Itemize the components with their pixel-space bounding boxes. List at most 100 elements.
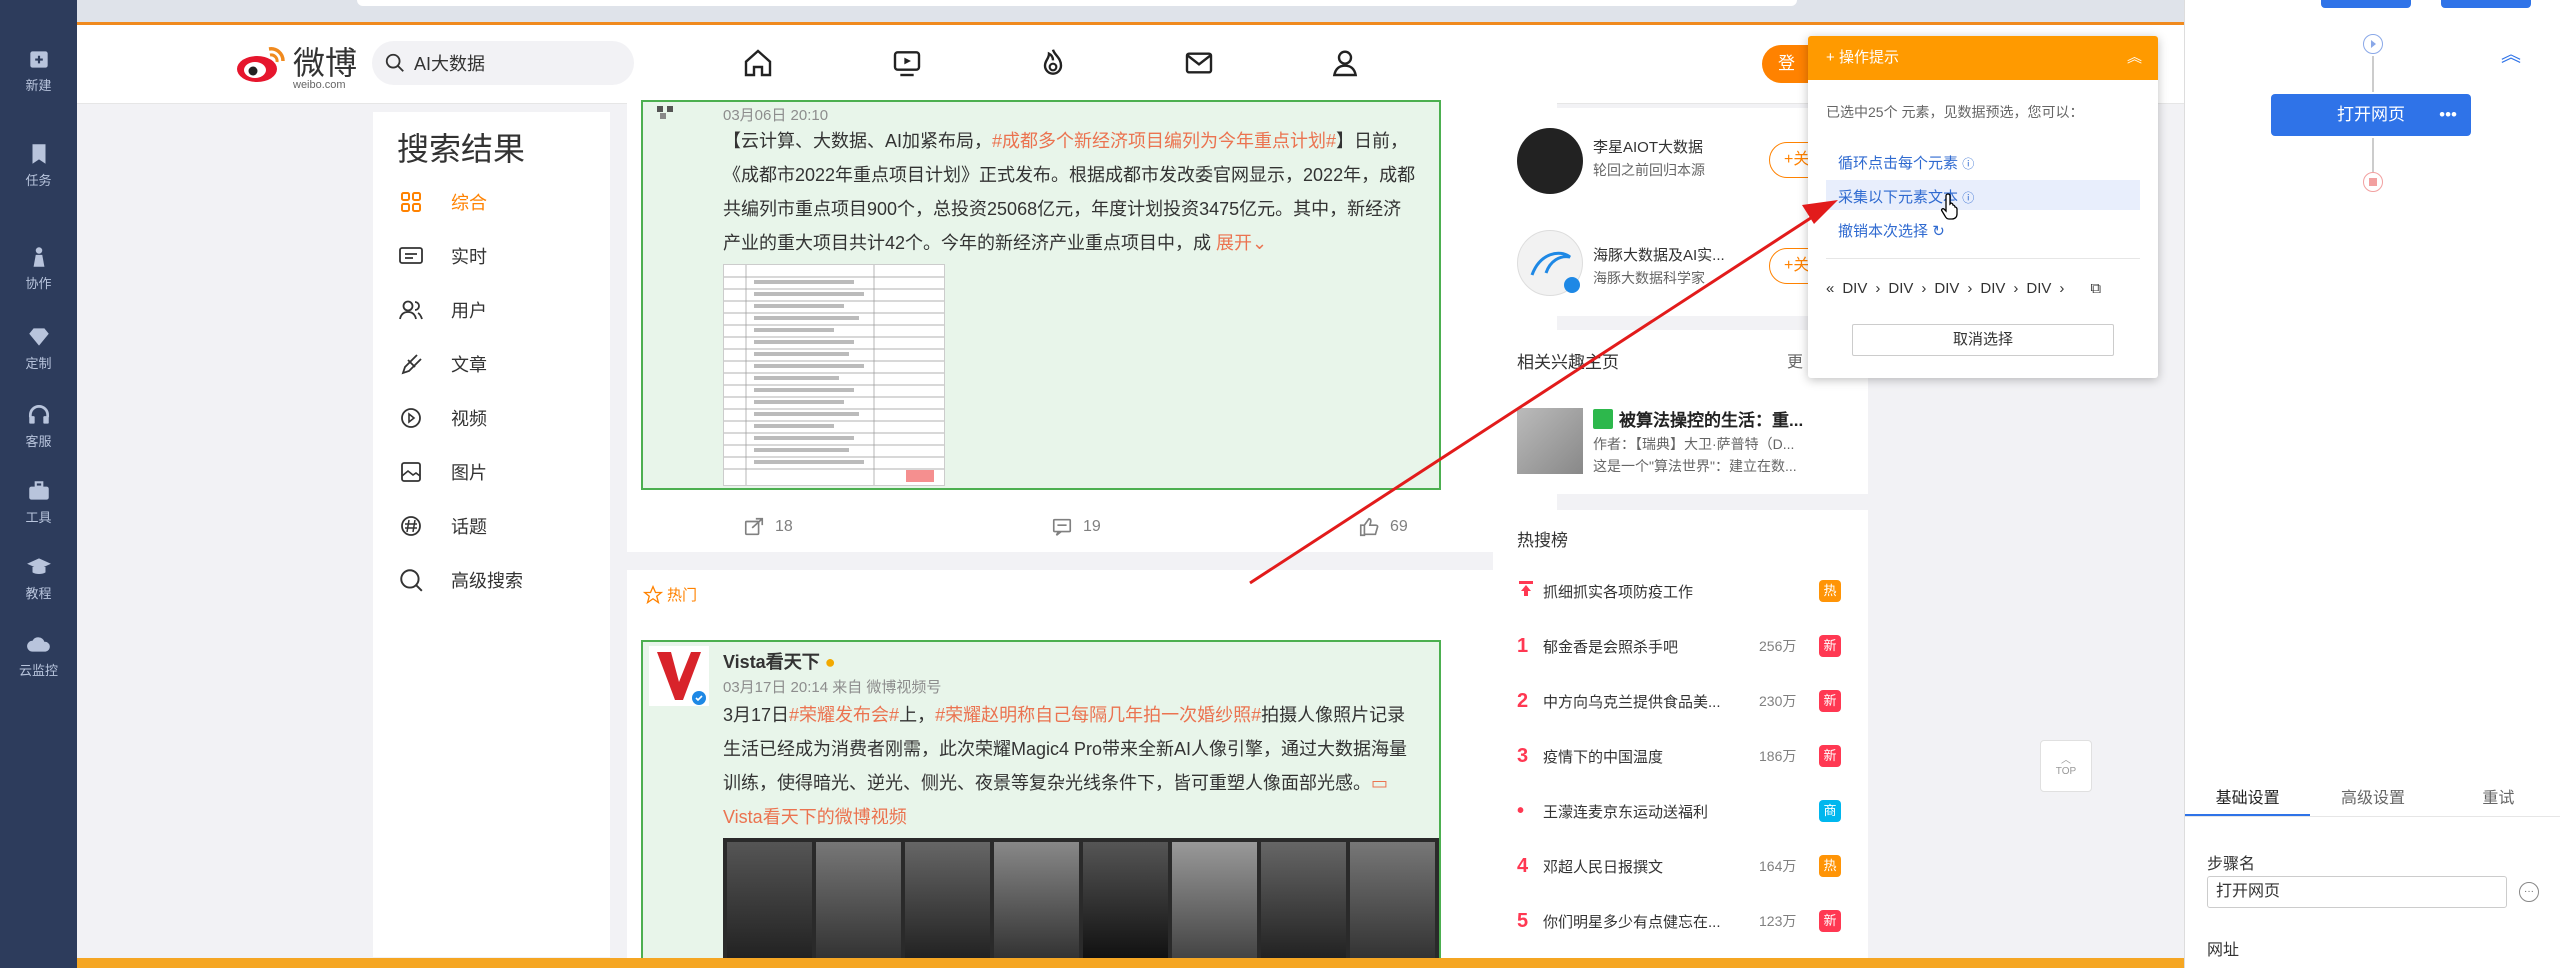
like-button[interactable]: 69 bbox=[1358, 516, 1408, 538]
hot-search-item[interactable]: 抓细抓实各项防疫工作 bbox=[1517, 576, 1817, 606]
hot-rank: 1 bbox=[1517, 634, 1529, 657]
cancel-selection-button[interactable]: 取消选择 bbox=[1852, 324, 2114, 356]
hot-search-title: 热搜榜 bbox=[1517, 531, 1568, 550]
new-task-button[interactable]: 新建 bbox=[0, 40, 77, 100]
toolbar-button[interactable] bbox=[2441, 0, 2531, 8]
selected-post-content[interactable]: Vista看天下 ● 03月17日 20:14 来自 微博视频号 3月17日#荣… bbox=[641, 640, 1441, 962]
nav-video[interactable] bbox=[887, 43, 927, 83]
menu-item-comprehensive[interactable]: 综合 bbox=[397, 182, 487, 222]
crumb-item[interactable]: DIV bbox=[2026, 280, 2051, 297]
flow-node-open-page[interactable]: 打开网页 ••• bbox=[2271, 94, 2471, 136]
hot-search-item[interactable]: 2 中方向乌克兰提供食品美... 230万 bbox=[1517, 686, 1817, 716]
video-link[interactable]: Vista看天下的微博视频 bbox=[723, 807, 907, 827]
custom-button[interactable]: 定制 bbox=[0, 318, 77, 378]
double-chevron-left-icon[interactable]: « bbox=[1826, 280, 1834, 297]
menu-item-users[interactable]: 用户 bbox=[397, 290, 487, 330]
crumb-item[interactable]: DIV bbox=[1888, 280, 1913, 297]
help-icon[interactable]: ⓘ bbox=[1962, 157, 1974, 171]
hot-search-item[interactable]: 4 邓超人民日报撰文 164万 bbox=[1517, 851, 1817, 881]
menu-item-images[interactable]: 图片 bbox=[397, 452, 487, 492]
chevron-up-icon[interactable]: ︽ bbox=[2127, 36, 2142, 80]
menu-item-topics[interactable]: 话题 bbox=[397, 506, 487, 546]
cloud-monitor-button[interactable]: 云监控 bbox=[0, 625, 77, 685]
crumb-item[interactable]: DIV bbox=[1934, 280, 1959, 297]
collapse-icon[interactable]: ︽ bbox=[2501, 38, 2521, 67]
more-options-icon[interactable]: ··· bbox=[2519, 882, 2539, 902]
post-video-thumbnails[interactable] bbox=[723, 838, 1439, 962]
back-to-top-button[interactable]: ︿ TOP bbox=[2040, 740, 2092, 792]
undo-selection-option[interactable]: 撤销本次选择 ↻ bbox=[1838, 220, 1945, 241]
post-author[interactable]: Vista看天下 ● bbox=[723, 648, 836, 674]
post-topic-link[interactable]: #荣耀发布会# bbox=[789, 705, 899, 725]
app-sidebar: 新建 任务 协作 定制 客服 工具 教程 云监控 bbox=[0, 0, 77, 968]
end-node-icon[interactable] bbox=[2363, 172, 2383, 192]
crumb-item[interactable]: DIV bbox=[1980, 280, 2005, 297]
bookmark-icon bbox=[32, 144, 45, 164]
loop-click-option[interactable]: 循环点击每个元素 ⓘ bbox=[1838, 152, 1974, 173]
hot-value: 164万 bbox=[1759, 858, 1797, 874]
post-topic-link[interactable]: #成都多个新经济项目编列为今年重点计划# bbox=[992, 131, 1336, 151]
forward-count: 18 bbox=[775, 518, 793, 535]
tools-button[interactable]: 工具 bbox=[0, 472, 77, 532]
menu-item-advanced-search[interactable]: 高级搜索 bbox=[397, 560, 523, 600]
menu-title: 搜索结果 bbox=[397, 131, 526, 167]
post-text: 3月17日 bbox=[723, 705, 790, 725]
divider bbox=[1826, 258, 2140, 259]
hot-search-item[interactable]: 1 郁金香是会照杀手吧 256万 bbox=[1517, 631, 1817, 661]
crumb-item[interactable]: DIV bbox=[1842, 280, 1867, 297]
collab-button[interactable]: 协作 bbox=[0, 238, 77, 298]
search-icon bbox=[397, 566, 425, 594]
menu-item-video[interactable]: 视频 bbox=[397, 398, 487, 438]
hot-label: 热门 bbox=[643, 584, 697, 605]
new-icon bbox=[29, 51, 48, 68]
hot-text: 邓超人民日报撰文 bbox=[1543, 858, 1664, 876]
tab-basic[interactable]: 基础设置 bbox=[2185, 782, 2311, 816]
post-text: 生活已经成为消费者刚需，此次荣耀Magic4 Pro带来全新AI人像引擎，通过大… bbox=[723, 739, 1408, 759]
nav-messages[interactable] bbox=[1179, 43, 1219, 83]
tab-advanced[interactable]: 高级设置 bbox=[2310, 782, 2435, 816]
nav-profile[interactable] bbox=[1325, 43, 1365, 83]
step-name-input[interactable]: 打开网页 bbox=[2207, 876, 2507, 908]
weibo-search-input[interactable]: AI大数据 bbox=[372, 41, 634, 85]
forward-button[interactable]: 18 bbox=[743, 516, 793, 538]
tutorial-button[interactable]: 教程 bbox=[0, 548, 77, 608]
hot-search-item[interactable]: • 王濛连麦京东运动送福利 bbox=[1517, 796, 1817, 826]
rail-label: 客服 bbox=[25, 434, 52, 449]
users-icon bbox=[397, 296, 425, 324]
menu-item-articles[interactable]: 文章 bbox=[397, 344, 487, 384]
book-cover[interactable] bbox=[1517, 408, 1583, 474]
menu-label: 话题 bbox=[451, 517, 487, 537]
hot-text: 中方向乌克兰提供食品美... bbox=[1543, 693, 1721, 711]
url-label: 网址 bbox=[2207, 942, 2240, 959]
more-icon[interactable]: ••• bbox=[2439, 94, 2457, 136]
hot-search-item[interactable]: 5 你们明星多少有点健忘在... 123万 bbox=[1517, 906, 1817, 936]
tasks-button[interactable]: 任务 bbox=[0, 135, 77, 195]
user-avatar[interactable] bbox=[1517, 128, 1583, 194]
related-more-link[interactable]: 更 bbox=[1787, 348, 1803, 372]
user-name[interactable]: 海豚大数据及AI实... bbox=[1593, 244, 1725, 265]
start-node-icon[interactable] bbox=[2363, 34, 2383, 54]
user-avatar[interactable] bbox=[1517, 230, 1583, 296]
hot-text: 热门 bbox=[667, 587, 698, 604]
expand-link[interactable]: 展开⌄ bbox=[1216, 233, 1267, 253]
weibo-logo[interactable]: 微博 weibo.com bbox=[235, 41, 357, 91]
post-topic-link[interactable]: #荣耀赵明称自己每隔几年拍一次婚纱照# bbox=[935, 705, 1261, 725]
hot-value: 186万 bbox=[1759, 748, 1797, 764]
book-title[interactable]: 被算法操控的生活：重... bbox=[1593, 406, 1803, 431]
hot-search-item[interactable]: 3 疫情下的中国温度 186万 bbox=[1517, 741, 1817, 771]
user-name[interactable]: 李星AIOT大数据 bbox=[1593, 136, 1703, 157]
bottom-bar bbox=[77, 958, 2184, 968]
tab-retry[interactable]: 重试 bbox=[2436, 782, 2560, 816]
toolbar-button[interactable] bbox=[2321, 0, 2411, 8]
menu-item-realtime[interactable]: 实时 bbox=[397, 236, 487, 276]
nav-home[interactable] bbox=[738, 43, 778, 83]
vista-logo-icon bbox=[649, 646, 709, 706]
post-table-image[interactable] bbox=[723, 264, 945, 486]
nav-hot[interactable] bbox=[1033, 43, 1073, 83]
selected-post-content[interactable]: 03月06日 20:10 【云计算、大数据、AI加紧布局，#成都多个新经济项目编… bbox=[641, 100, 1441, 490]
comment-button[interactable]: 19 bbox=[1051, 516, 1101, 538]
author-avatar[interactable] bbox=[649, 646, 709, 706]
external-link-icon[interactable]: ⧉ bbox=[2090, 280, 2101, 297]
support-button[interactable]: 客服 bbox=[0, 396, 77, 456]
weibo-eye-icon bbox=[237, 47, 285, 82]
